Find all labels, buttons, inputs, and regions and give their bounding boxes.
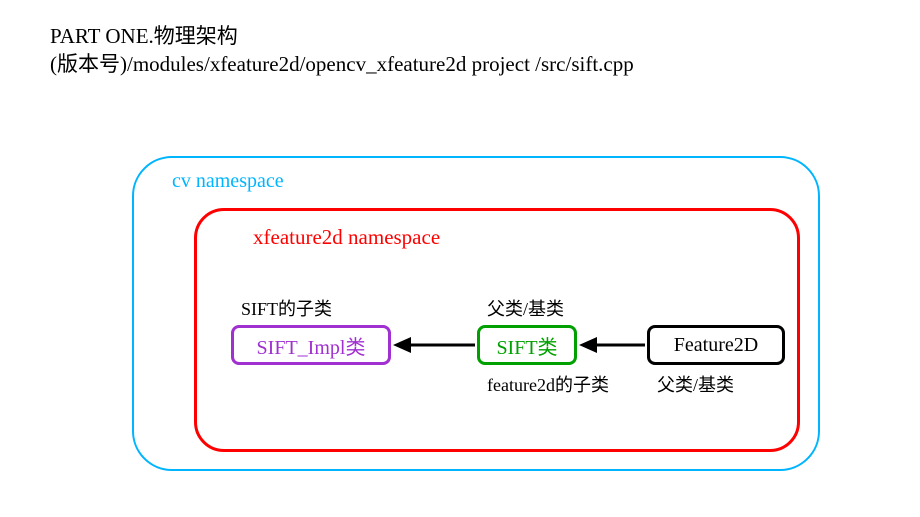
sift-note-top: 父类/基类: [487, 295, 564, 321]
cv-namespace-box: cv namespace xfeature2d namespace SIFT的子…: [132, 156, 820, 471]
arrow-sift-to-siftimpl: [393, 335, 477, 355]
sift-note-bottom: feature2d的子类: [487, 371, 609, 397]
sift-impl-class-box: SIFT_Impl类: [231, 325, 391, 365]
feature2d-note-bottom: 父类/基类: [657, 371, 734, 397]
header-block: PART ONE.物理架构 (版本号)/modules/xfeature2d/o…: [50, 22, 634, 79]
header-line2: (版本号)/modules/xfeature2d/opencv_xfeature…: [50, 50, 634, 78]
xfeature2d-namespace-box: xfeature2d namespace SIFT的子类 父类/基类 SIFT_…: [194, 208, 800, 452]
cv-namespace-label: cv namespace: [172, 170, 284, 193]
xfeature2d-namespace-label: xfeature2d namespace: [253, 225, 440, 250]
sift-impl-note-top: SIFT的子类: [241, 295, 332, 321]
feature2d-class-box: Feature2D: [647, 325, 785, 365]
header-line1: PART ONE.物理架构: [50, 22, 634, 50]
sift-class-box: SIFT类: [477, 325, 577, 365]
arrow-feature2d-to-sift: [579, 335, 647, 355]
